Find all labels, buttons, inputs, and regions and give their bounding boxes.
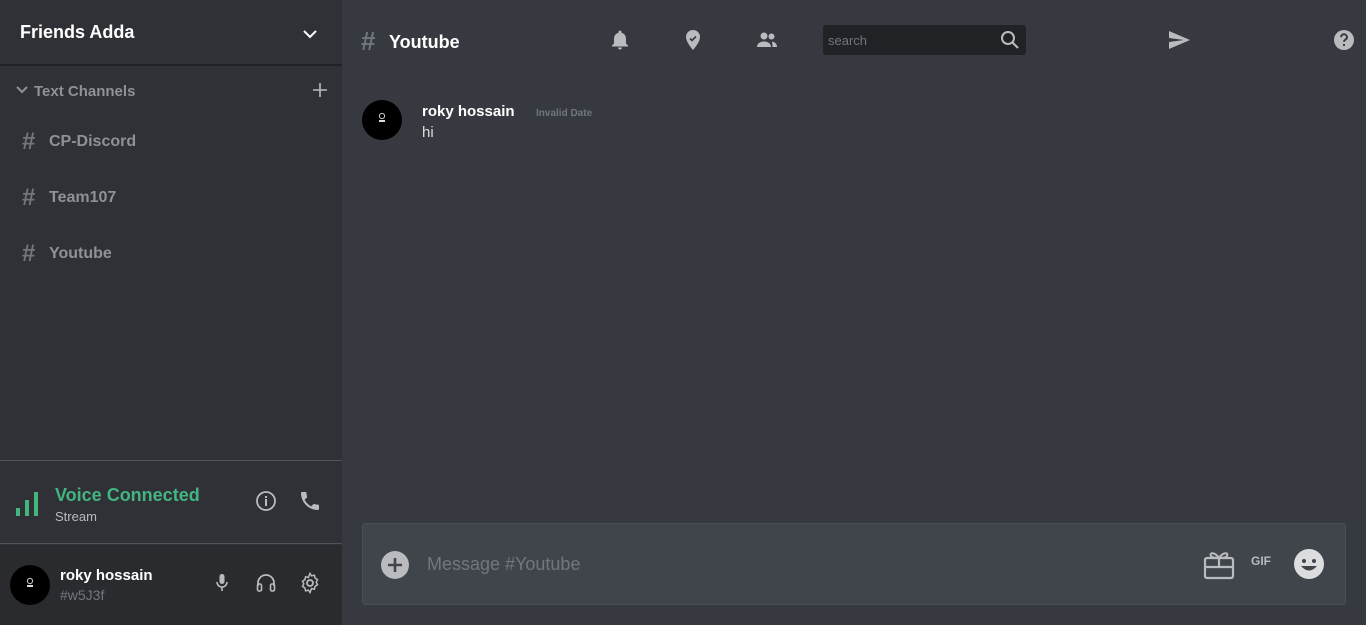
avatar[interactable] [10, 565, 50, 605]
search-input[interactable] [823, 25, 993, 55]
chat-area: # Youtube search roky hossain Invalid Da… [342, 0, 1366, 625]
sidebar-item-team107[interactable]: # Team107 [0, 178, 342, 218]
category-label: Text Channels [34, 83, 136, 100]
message-composer: GIF [362, 523, 1346, 605]
user-name: roky hossain [60, 567, 153, 584]
voice-channel-label[interactable]: Stream [55, 509, 97, 524]
message-author[interactable]: roky hossain [422, 103, 515, 120]
voice-connected-label: Voice Connected [55, 485, 200, 505]
gift-icon[interactable] [1203, 548, 1235, 580]
voice-status-panel: Voice Connected Stream [0, 460, 342, 544]
message-text: hi [422, 124, 434, 141]
chevron-down-icon[interactable] [14, 82, 30, 98]
bell-icon[interactable] [608, 28, 632, 52]
user-tag: #w5J3f [60, 587, 105, 603]
channel-label: Youtube [49, 245, 112, 262]
microphone-icon[interactable] [210, 571, 234, 595]
channel-label: Team107 [49, 189, 117, 206]
channel-label: CP-Discord [49, 133, 137, 150]
channel-title: Youtube [389, 32, 460, 52]
pin-icon[interactable] [681, 28, 705, 52]
sidebar-item-youtube[interactable]: # Youtube [0, 234, 342, 274]
hash-icon: # [361, 26, 376, 56]
chevron-down-icon[interactable] [300, 24, 320, 44]
sidebar-item-cp-discord[interactable]: # CP-Discord [0, 122, 342, 162]
hash-icon: # [22, 184, 36, 211]
signal-bars-icon [16, 490, 40, 516]
send-icon[interactable] [1167, 28, 1191, 52]
message-timestamp: Invalid Date [536, 108, 593, 119]
hash-icon: # [22, 128, 36, 155]
info-icon[interactable] [254, 489, 278, 513]
search-icon[interactable] [999, 29, 1021, 51]
members-icon[interactable] [755, 28, 779, 52]
avatar[interactable] [362, 100, 402, 140]
help-icon[interactable] [1332, 28, 1356, 52]
user-panel: roky hossain #w5J3f [0, 545, 342, 625]
server-header[interactable]: Friends Adda [0, 0, 342, 66]
channel-header: # Youtube [342, 0, 1366, 80]
add-attachment-icon[interactable] [380, 550, 410, 580]
headset-icon[interactable] [254, 571, 278, 595]
message-item: roky hossain Invalid Date hi [362, 100, 1262, 150]
hash-icon: # [22, 240, 36, 267]
disconnect-phone-icon[interactable] [298, 489, 322, 513]
message-input[interactable] [421, 546, 1181, 582]
add-channel-icon[interactable] [310, 80, 330, 100]
server-name: Friends Adda [20, 22, 135, 42]
channel-sidebar: Friends Adda Text Channels # CP-Discord … [0, 0, 342, 625]
search-box [823, 25, 1026, 55]
gif-button[interactable]: GIF [1251, 554, 1277, 572]
category-text-channels[interactable]: Text Channels [0, 80, 342, 104]
gear-icon[interactable] [298, 571, 322, 595]
emoji-icon[interactable] [1293, 548, 1325, 580]
